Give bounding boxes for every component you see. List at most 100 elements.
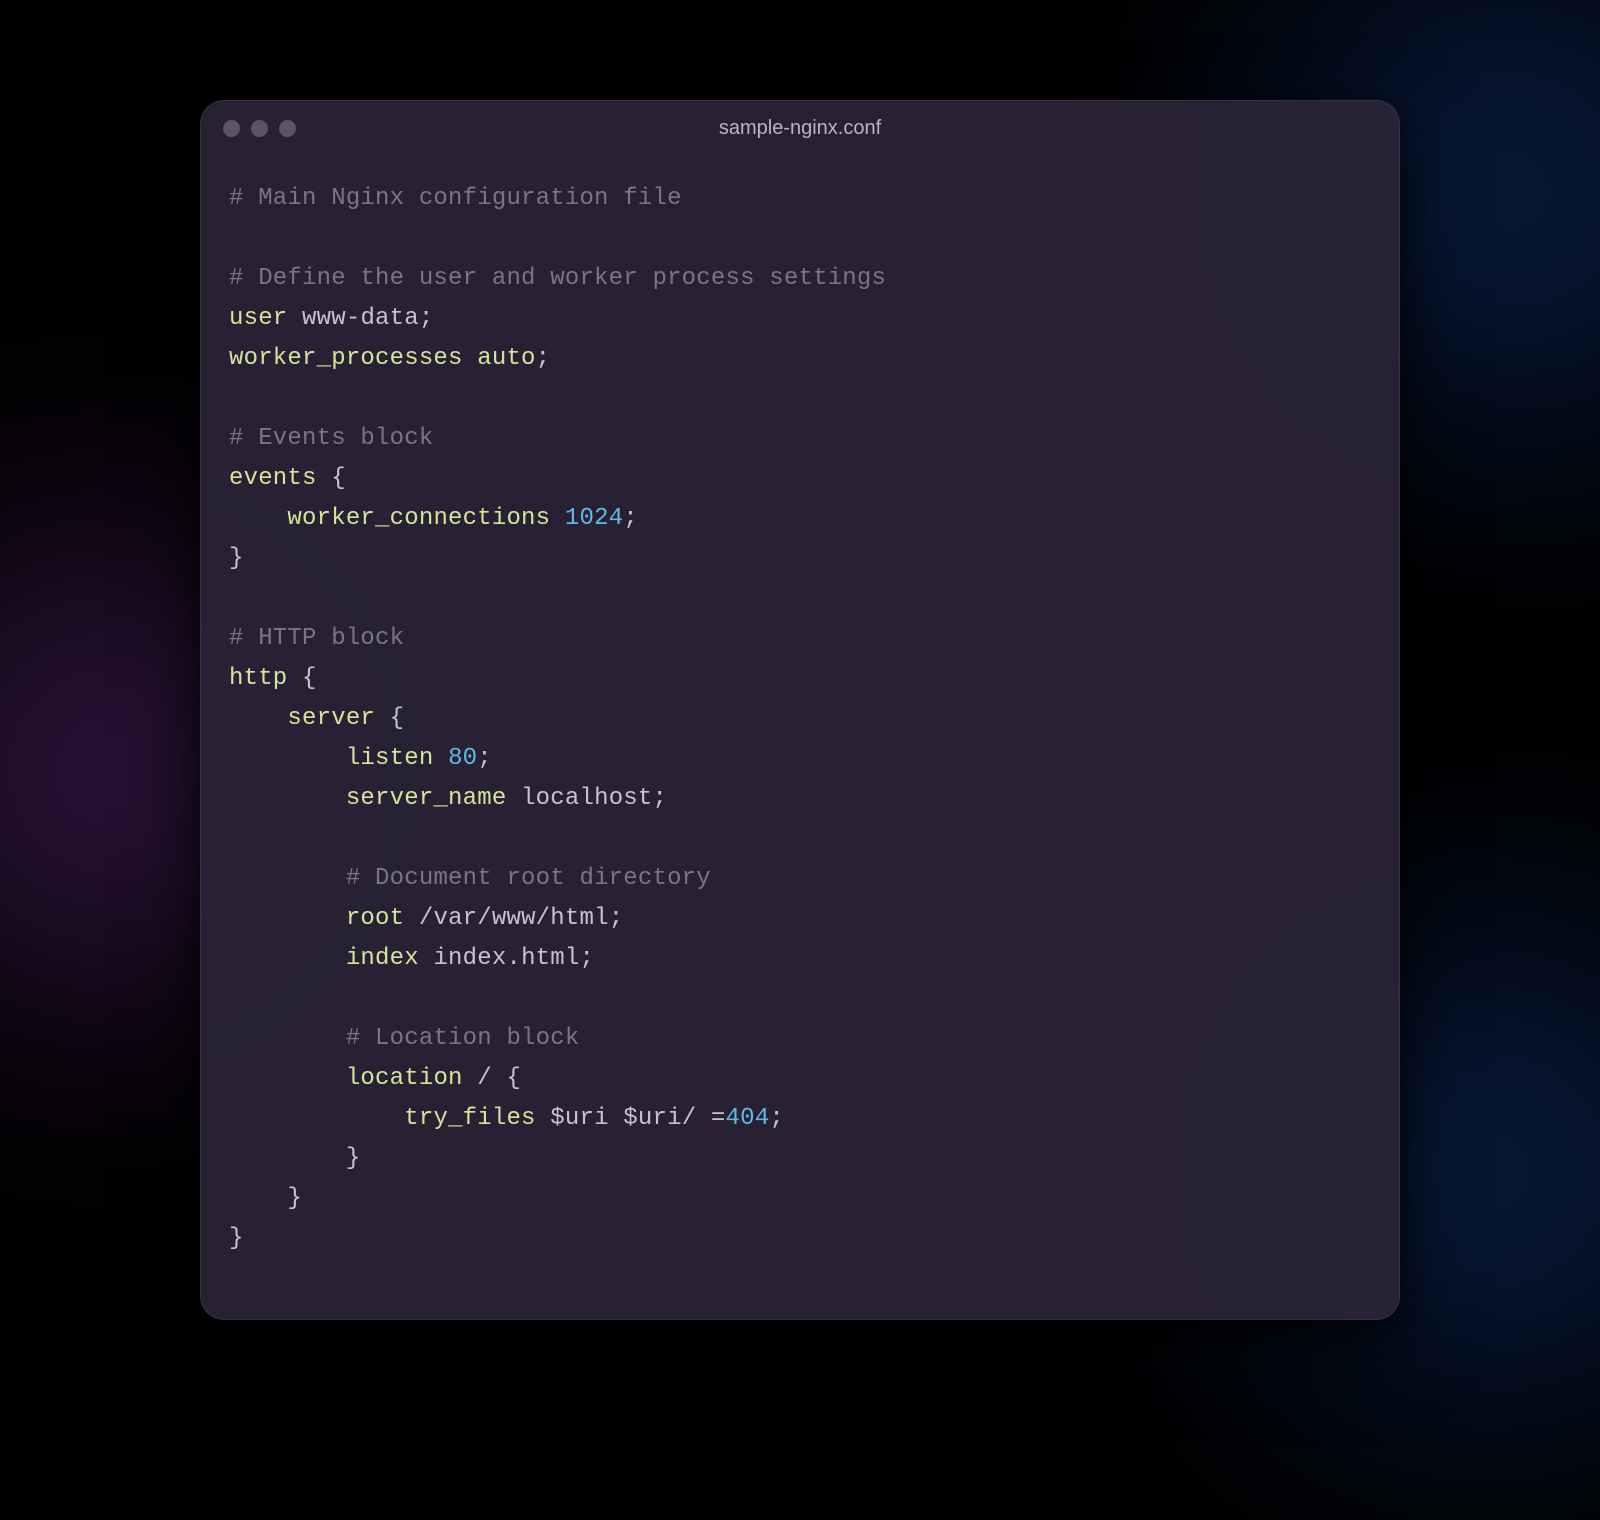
code-token-directive: auto bbox=[477, 345, 535, 372]
code-token-brace: } bbox=[229, 545, 244, 572]
code-line bbox=[229, 579, 1371, 619]
code-line: worker_connections 1024; bbox=[229, 499, 1371, 539]
code-token-punc: ; bbox=[419, 305, 434, 332]
code-token-directive: user bbox=[229, 305, 287, 332]
code-token-punc: ; bbox=[623, 505, 638, 532]
code-token-comment: # Document root directory bbox=[346, 865, 711, 892]
code-token-directive: events bbox=[229, 465, 317, 492]
code-line: server_name localhost; bbox=[229, 779, 1371, 819]
code-token-punc bbox=[287, 665, 302, 692]
code-line: # Events block bbox=[229, 419, 1371, 459]
code-token-punc bbox=[433, 745, 448, 772]
code-token-value: www-data bbox=[302, 305, 419, 332]
close-button[interactable] bbox=[223, 120, 240, 137]
code-token-brace: } bbox=[346, 1145, 361, 1172]
code-line: } bbox=[229, 1179, 1371, 1219]
traffic-lights bbox=[223, 120, 296, 137]
code-line: # Location block bbox=[229, 1019, 1371, 1059]
code-token-brace: { bbox=[506, 1065, 521, 1092]
code-line bbox=[229, 219, 1371, 259]
code-token-punc bbox=[419, 945, 434, 972]
code-token-directive: try_files bbox=[404, 1105, 535, 1132]
code-token-var: $uri/ bbox=[623, 1105, 696, 1132]
code-token-directive: server bbox=[287, 705, 375, 732]
code-token-punc bbox=[536, 1105, 551, 1132]
code-token-value: index.html bbox=[433, 945, 579, 972]
code-token-brace: { bbox=[390, 705, 405, 732]
code-line: # HTTP block bbox=[229, 619, 1371, 659]
code-line: index index.html; bbox=[229, 939, 1371, 979]
code-token-punc bbox=[229, 1185, 287, 1212]
code-token-punc bbox=[404, 905, 419, 932]
minimize-button[interactable] bbox=[251, 120, 268, 137]
code-token-comment: # Location block bbox=[346, 1025, 580, 1052]
code-token-punc bbox=[229, 1145, 346, 1172]
code-token-directive: worker_connections bbox=[287, 505, 550, 532]
code-line: # Main Nginx configuration file bbox=[229, 179, 1371, 219]
code-token-punc: ; bbox=[769, 1105, 784, 1132]
code-token-punc bbox=[375, 705, 390, 732]
code-token-punc bbox=[287, 305, 302, 332]
code-token-punc bbox=[463, 1065, 478, 1092]
code-token-value: /var/www/html bbox=[419, 905, 609, 932]
code-token-brace: { bbox=[302, 665, 317, 692]
code-token-punc: ; bbox=[579, 945, 594, 972]
code-line bbox=[229, 819, 1371, 859]
code-token-directive: server_name bbox=[346, 785, 507, 812]
code-line: listen 80; bbox=[229, 739, 1371, 779]
code-token-punc: ; bbox=[536, 345, 551, 372]
code-token-comment: # HTTP block bbox=[229, 625, 404, 652]
code-token-directive: index bbox=[346, 945, 419, 972]
code-line: } bbox=[229, 1139, 1371, 1179]
code-token-number: 404 bbox=[726, 1105, 770, 1132]
code-token-brace: } bbox=[229, 1225, 244, 1252]
code-token-directive: root bbox=[346, 905, 404, 932]
code-token-comment: # Main Nginx configuration file bbox=[229, 185, 682, 212]
code-line: # Document root directory bbox=[229, 859, 1371, 899]
code-content[interactable]: # Main Nginx configuration file # Define… bbox=[201, 155, 1399, 1319]
zoom-button[interactable] bbox=[279, 120, 296, 137]
code-line: http { bbox=[229, 659, 1371, 699]
code-token-comment: # Events block bbox=[229, 425, 433, 452]
code-token-number: 1024 bbox=[565, 505, 623, 532]
code-token-punc bbox=[696, 1105, 711, 1132]
code-token-punc bbox=[229, 705, 287, 732]
code-token-punc bbox=[229, 1065, 346, 1092]
code-token-brace: { bbox=[331, 465, 346, 492]
code-token-punc bbox=[229, 905, 346, 932]
code-token-punc bbox=[609, 1105, 624, 1132]
code-token-value: localhost bbox=[521, 785, 652, 812]
window-title: sample-nginx.conf bbox=[201, 117, 1399, 140]
code-token-punc bbox=[229, 1105, 404, 1132]
code-token-punc bbox=[229, 505, 287, 532]
code-line: } bbox=[229, 1219, 1371, 1259]
code-token-punc bbox=[492, 1065, 507, 1092]
code-token-punc bbox=[317, 465, 332, 492]
code-line: } bbox=[229, 539, 1371, 579]
code-line bbox=[229, 379, 1371, 419]
code-window: sample-nginx.conf # Main Nginx configura… bbox=[200, 100, 1400, 1320]
code-token-punc bbox=[550, 505, 565, 532]
code-token-punc bbox=[229, 865, 346, 892]
code-token-value: / bbox=[477, 1065, 492, 1092]
code-token-punc bbox=[229, 785, 346, 812]
code-line: # Define the user and worker process set… bbox=[229, 259, 1371, 299]
code-token-directive: http bbox=[229, 665, 287, 692]
code-line: worker_processes auto; bbox=[229, 339, 1371, 379]
code-line bbox=[229, 979, 1371, 1019]
code-line: events { bbox=[229, 459, 1371, 499]
code-token-punc: ; bbox=[653, 785, 668, 812]
code-token-comment: # Define the user and worker process set… bbox=[229, 265, 886, 292]
code-token-punc bbox=[229, 945, 346, 972]
code-token-var: $uri bbox=[550, 1105, 608, 1132]
code-token-directive: worker_processes bbox=[229, 345, 463, 372]
code-token-punc bbox=[463, 345, 478, 372]
code-line: try_files $uri $uri/ =404; bbox=[229, 1099, 1371, 1139]
window-titlebar: sample-nginx.conf bbox=[201, 101, 1399, 155]
code-token-punc bbox=[229, 1025, 346, 1052]
code-line: user www-data; bbox=[229, 299, 1371, 339]
code-line: root /var/www/html; bbox=[229, 899, 1371, 939]
code-token-number: 80 bbox=[448, 745, 477, 772]
code-token-directive: listen bbox=[346, 745, 434, 772]
code-line: location / { bbox=[229, 1059, 1371, 1099]
